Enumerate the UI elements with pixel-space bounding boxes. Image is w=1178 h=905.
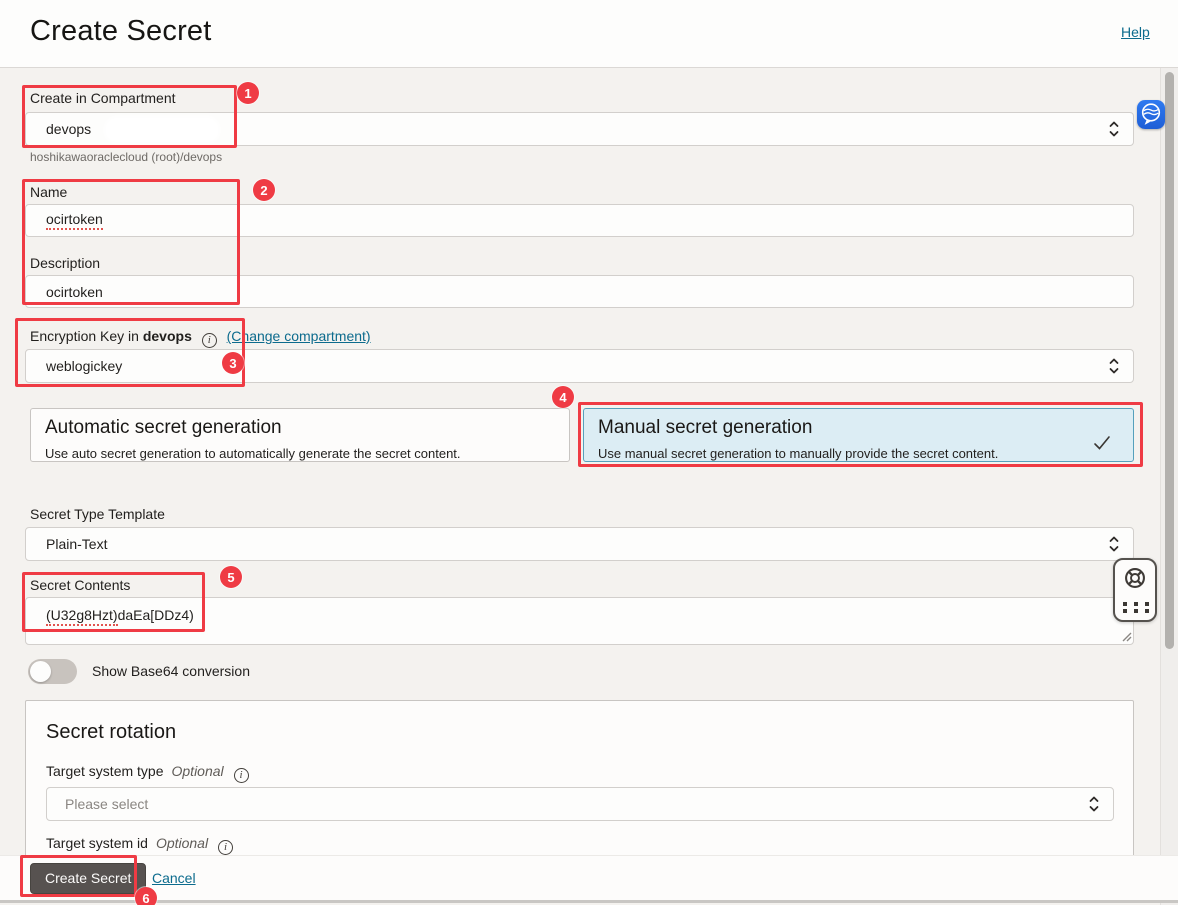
base64-toggle-label: Show Base64 conversion bbox=[92, 663, 250, 679]
change-compartment-link[interactable]: (Change compartment) bbox=[227, 328, 371, 344]
card-title: Automatic secret generation bbox=[45, 417, 555, 439]
encryption-key-value: weblogickey bbox=[46, 358, 122, 374]
encryption-key-select[interactable]: weblogickey bbox=[25, 349, 1134, 383]
automatic-generation-card[interactable]: Automatic secret generation Use auto sec… bbox=[30, 408, 570, 462]
secret-type-value: Plain-Text bbox=[46, 536, 107, 552]
encryption-key-compartment: devops bbox=[143, 328, 192, 344]
annotation-step-1: 1 bbox=[237, 82, 259, 104]
checkmark-icon bbox=[1093, 435, 1111, 451]
base64-toggle[interactable] bbox=[28, 659, 77, 684]
name-label: Name bbox=[30, 184, 67, 200]
support-widget[interactable] bbox=[1113, 558, 1157, 622]
annotation-step-2: 2 bbox=[253, 179, 275, 201]
translate-extension-icon[interactable] bbox=[1137, 100, 1165, 129]
info-icon[interactable]: i bbox=[202, 333, 217, 348]
card-title: Manual secret generation bbox=[598, 417, 1119, 439]
secret-type-select[interactable]: Plain-Text bbox=[25, 527, 1134, 561]
encryption-key-label-prefix: Encryption Key in bbox=[30, 328, 139, 344]
description-label: Description bbox=[30, 255, 100, 271]
compartment-label: Create in Compartment bbox=[30, 90, 176, 106]
manual-generation-card[interactable]: Manual secret generation Use manual secr… bbox=[583, 408, 1134, 462]
compartment-path-helper: hoshikawaoraclecloud (root)/devops bbox=[30, 150, 222, 164]
create-secret-page: Create Secret Help Create in Compartment… bbox=[0, 0, 1178, 905]
info-icon[interactable]: i bbox=[234, 768, 249, 783]
target-system-id-text: Target system id bbox=[46, 835, 148, 851]
action-footer: Create Secret Cancel bbox=[0, 855, 1178, 900]
lifebuoy-icon bbox=[1122, 565, 1148, 591]
target-system-id-label: Target system id Optional i bbox=[46, 835, 233, 855]
redaction-patch bbox=[106, 118, 218, 142]
scrollbar-thumb[interactable] bbox=[1165, 72, 1174, 649]
optional-label: Optional bbox=[172, 763, 224, 779]
drag-dots-icon[interactable] bbox=[1123, 602, 1151, 613]
help-link[interactable]: Help bbox=[1121, 24, 1150, 40]
annotation-step-5: 5 bbox=[220, 566, 242, 588]
annotation-step-6: 6 bbox=[135, 887, 157, 905]
compartment-value: devops bbox=[46, 121, 91, 137]
window-bottom-edge bbox=[0, 900, 1178, 903]
secret-rotation-title: Secret rotation bbox=[46, 721, 176, 744]
page-title: Create Secret bbox=[30, 15, 212, 48]
chevron-updown-icon bbox=[1108, 119, 1120, 139]
secret-contents-value-rest: daEa[DDz4) bbox=[118, 607, 194, 623]
card-description: Use manual secret generation to manually… bbox=[598, 446, 1119, 461]
create-secret-button[interactable]: Create Secret bbox=[30, 863, 146, 894]
target-system-type-text: Target system type bbox=[46, 763, 164, 779]
target-system-type-placeholder: Please select bbox=[65, 796, 148, 812]
secret-rotation-section: Secret rotation Target system type Option… bbox=[25, 700, 1134, 860]
compartment-select[interactable]: devops bbox=[25, 112, 1134, 146]
target-system-type-select[interactable]: Please select bbox=[46, 787, 1114, 821]
target-system-type-label: Target system type Optional i bbox=[46, 763, 249, 783]
secret-contents-label: Secret Contents bbox=[30, 577, 130, 593]
annotation-step-4: 4 bbox=[552, 386, 574, 408]
secret-contents-textarea[interactable]: (U32g8Hzt)daEa[DDz4) bbox=[25, 597, 1134, 645]
description-input[interactable]: ocirtoken bbox=[25, 275, 1134, 308]
description-value: ocirtoken bbox=[46, 284, 103, 300]
annotation-step-3: 3 bbox=[222, 352, 244, 374]
card-description: Use auto secret generation to automatica… bbox=[45, 446, 555, 461]
resize-grip-icon[interactable] bbox=[1119, 629, 1133, 643]
cancel-link[interactable]: Cancel bbox=[152, 870, 196, 886]
chevron-updown-icon bbox=[1108, 356, 1120, 376]
chevron-updown-icon bbox=[1088, 794, 1100, 814]
scrollbar-track[interactable] bbox=[1160, 68, 1178, 905]
secret-contents-value-flagged: (U32g8Hzt) bbox=[46, 607, 118, 626]
encryption-key-label: Encryption Key in devops i (Change compa… bbox=[30, 328, 371, 348]
optional-label: Optional bbox=[156, 835, 208, 851]
page-header: Create Secret Help bbox=[0, 0, 1178, 68]
secret-type-label: Secret Type Template bbox=[30, 506, 165, 522]
name-value: ocirtoken bbox=[46, 211, 103, 230]
chevron-updown-icon bbox=[1108, 534, 1120, 554]
toggle-knob bbox=[30, 661, 51, 682]
info-icon[interactable]: i bbox=[218, 840, 233, 855]
name-input[interactable]: ocirtoken bbox=[25, 204, 1134, 237]
